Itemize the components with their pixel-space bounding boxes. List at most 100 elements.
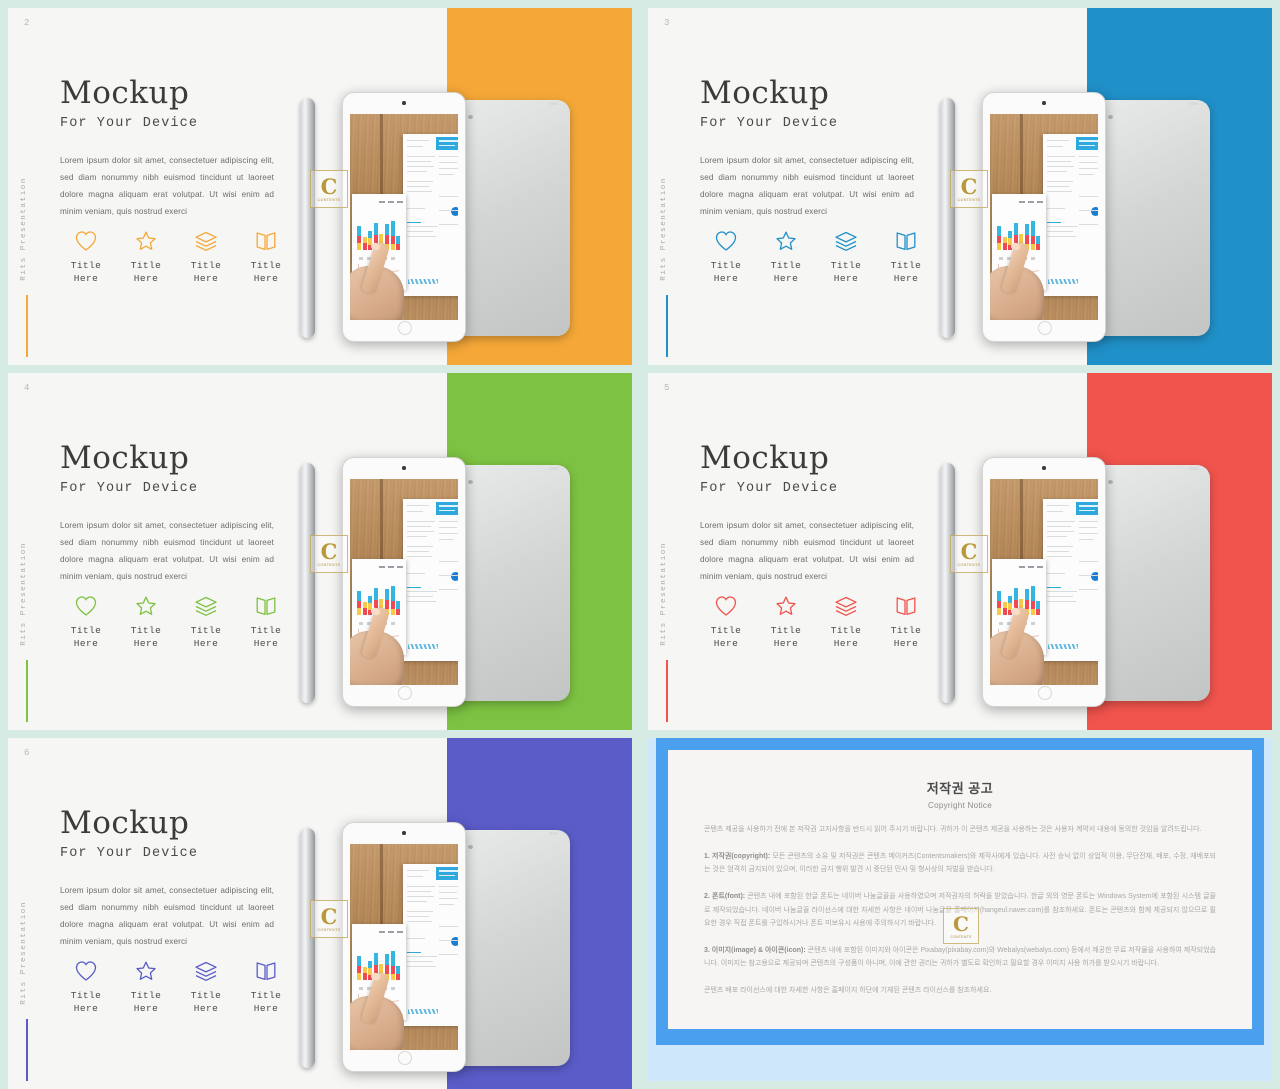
layers-icon bbox=[195, 231, 217, 251]
tablet-screen bbox=[350, 844, 458, 1050]
copyright-clause-1-label: 1. 저작권(copyright): bbox=[704, 852, 771, 860]
home-button-icon[interactable] bbox=[398, 686, 412, 700]
page-title-2: Mockup bbox=[60, 75, 190, 111]
feature-label-line2: Here bbox=[133, 1003, 159, 1015]
resume-header-block bbox=[1076, 502, 1098, 515]
feature-label-line1: Title bbox=[710, 625, 742, 636]
feature-item-book-4[interactable]: Title Here bbox=[240, 595, 292, 651]
feature-label-line1: Title bbox=[710, 260, 742, 271]
feature-item-star-4[interactable]: Title Here bbox=[120, 595, 172, 651]
feature-item-star-2[interactable]: Title Here bbox=[120, 230, 172, 286]
tablet-screen bbox=[350, 114, 458, 320]
feature-item-star-6[interactable]: Title Here bbox=[120, 960, 172, 1016]
feature-item-layers-4[interactable]: Title Here bbox=[180, 595, 232, 651]
tablet-screen bbox=[350, 479, 458, 685]
feature-row-5: Title Here Title Here Title Here Title Here bbox=[700, 595, 932, 651]
slide-panel-3[interactable]: 3 Rits Presentation Mockup For Your Devi… bbox=[648, 8, 1272, 365]
watermark-logo: C CONTENTS bbox=[950, 535, 988, 573]
watermark-word: CONTENTS bbox=[317, 198, 341, 202]
copyright-panel[interactable]: 저작권 공고 Copyright Notice 콘텐츠 제공을 사용하기 전에 … bbox=[648, 738, 1272, 1081]
feature-label-line1: Title bbox=[830, 625, 862, 636]
feature-item-book-6[interactable]: Title Here bbox=[240, 960, 292, 1016]
feature-item-heart-5[interactable]: Title Here bbox=[700, 595, 752, 651]
signature-mark bbox=[1048, 279, 1078, 284]
tablet-mockup-3: C CONTENTS bbox=[940, 92, 1258, 342]
feature-item-layers-2[interactable]: Title Here bbox=[180, 230, 232, 286]
feature-label-line1: Title bbox=[70, 990, 102, 1001]
chart-legend bbox=[1019, 201, 1043, 203]
feature-item-layers-5[interactable]: Title Here bbox=[820, 595, 872, 651]
tablet-front bbox=[982, 457, 1106, 707]
feature-item-book-2[interactable]: Title Here bbox=[240, 230, 292, 286]
slide-number-4: 4 bbox=[24, 383, 30, 393]
vertical-brand-label-3: Rits Presentation bbox=[660, 177, 668, 281]
tablet-mockup-4: C CONTENTS bbox=[300, 457, 618, 707]
feature-label-line2: Here bbox=[713, 273, 739, 285]
text-column-2: Mockup For Your Device Lorem ipsum dolor… bbox=[60, 78, 292, 221]
feature-item-layers-6[interactable]: Title Here bbox=[180, 960, 232, 1016]
slide-panel-6[interactable]: 6 Rits Presentation Mockup For Your Devi… bbox=[8, 738, 632, 1089]
resume-badge-icon bbox=[451, 572, 458, 581]
antenna-strip bbox=[549, 467, 558, 470]
rear-camera-icon bbox=[1108, 480, 1113, 484]
stylus-pen bbox=[940, 463, 955, 703]
signature-mark bbox=[408, 1009, 438, 1014]
antenna-strip bbox=[549, 832, 558, 835]
antenna-strip bbox=[1189, 102, 1198, 105]
rear-camera-icon bbox=[468, 115, 473, 119]
heart-icon bbox=[75, 961, 97, 981]
feature-item-book-5[interactable]: Title Here bbox=[880, 595, 932, 651]
page-title-6: Mockup bbox=[60, 805, 190, 841]
layers-icon bbox=[835, 231, 857, 251]
chart-legend bbox=[379, 201, 403, 203]
feature-label-line1: Title bbox=[190, 260, 222, 271]
tablet-back bbox=[452, 100, 570, 336]
book-icon bbox=[256, 597, 276, 616]
star-icon bbox=[776, 231, 796, 250]
feature-item-book-3[interactable]: Title Here bbox=[880, 230, 932, 286]
copyright-subtitle: Copyright Notice bbox=[928, 801, 992, 810]
feature-label-line2: Here bbox=[833, 273, 859, 285]
watermark-logo: C CONTENTS bbox=[950, 170, 988, 208]
feature-label-line1: Title bbox=[770, 625, 802, 636]
feature-label-line2: Here bbox=[893, 638, 919, 650]
front-camera-icon bbox=[402, 466, 406, 470]
feature-item-layers-3[interactable]: Title Here bbox=[820, 230, 872, 286]
resume-header-block bbox=[436, 867, 458, 880]
watermark-logo: C CONTENTS bbox=[310, 900, 348, 938]
slide-panel-4[interactable]: 4 Rits Presentation Mockup For Your Devi… bbox=[8, 373, 632, 730]
chart-legend bbox=[1019, 566, 1043, 568]
star-icon bbox=[136, 596, 156, 615]
feature-label-line1: Title bbox=[70, 260, 102, 271]
feature-item-heart-6[interactable]: Title Here bbox=[60, 960, 112, 1016]
feature-row-6: Title Here Title Here Title Here Title Here bbox=[60, 960, 292, 1016]
page-subtitle-6: For Your Device bbox=[60, 846, 199, 861]
copyright-outro: 콘텐츠 배포 라이선스에 대한 자세한 사항은 홈페이지 하단에 기재된 콘텐츠… bbox=[704, 987, 992, 995]
feature-item-heart-3[interactable]: Title Here bbox=[700, 230, 752, 286]
home-button-icon[interactable] bbox=[1038, 686, 1052, 700]
feature-item-heart-4[interactable]: Title Here bbox=[60, 595, 112, 651]
home-button-icon[interactable] bbox=[1038, 321, 1052, 335]
tablet-front bbox=[342, 457, 466, 707]
feature-item-star-5[interactable]: Title Here bbox=[760, 595, 812, 651]
home-button-icon[interactable] bbox=[398, 321, 412, 335]
feature-item-heart-2[interactable]: Title Here bbox=[60, 230, 112, 286]
slide-grid: 2 Rits Presentation Mockup For Your Devi… bbox=[0, 0, 1280, 1089]
chart-legend bbox=[379, 566, 403, 568]
tablet-screen bbox=[990, 479, 1098, 685]
page-subtitle-3: For Your Device bbox=[700, 116, 839, 131]
slide-panel-5[interactable]: 5 Rits Presentation Mockup For Your Devi… bbox=[648, 373, 1272, 730]
feature-item-star-3[interactable]: Title Here bbox=[760, 230, 812, 286]
home-button-icon[interactable] bbox=[398, 1051, 412, 1065]
feature-label-line2: Here bbox=[73, 638, 99, 650]
front-camera-icon bbox=[1042, 466, 1046, 470]
page-subtitle-4: For Your Device bbox=[60, 481, 199, 496]
book-icon bbox=[256, 232, 276, 251]
layers-icon bbox=[835, 596, 857, 616]
watermark-word: CONTENTS bbox=[957, 198, 981, 202]
book-icon bbox=[896, 232, 916, 251]
slide-panel-2[interactable]: 2 Rits Presentation Mockup For Your Devi… bbox=[8, 8, 632, 365]
feature-label-line2: Here bbox=[73, 273, 99, 285]
feature-label-line1: Title bbox=[190, 990, 222, 1001]
star-icon bbox=[136, 231, 156, 250]
